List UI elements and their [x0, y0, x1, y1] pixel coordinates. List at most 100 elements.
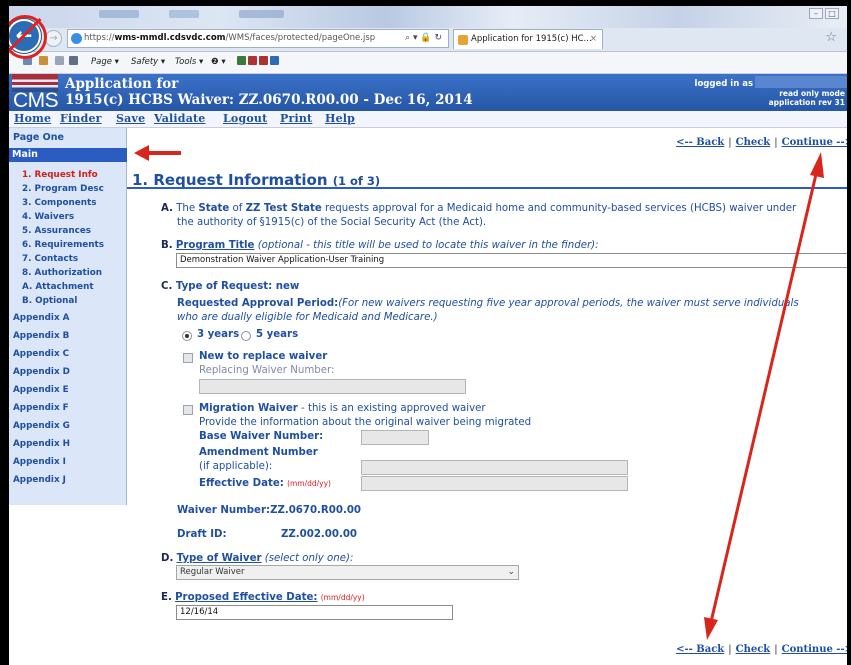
- sidebar-appendix-b[interactable]: Appendix B: [13, 331, 69, 341]
- sidebar-item-attachment[interactable]: A. Attachment: [22, 282, 94, 292]
- home-icon[interactable]: [23, 52, 34, 73]
- sidebar-item-contacts[interactable]: 7. Contacts: [22, 254, 78, 264]
- minimize-button[interactable]: –: [809, 8, 823, 19]
- menu-logout[interactable]: Logout: [223, 112, 267, 125]
- effective-date-format: (mm/dd/yy): [287, 479, 331, 488]
- item-a-of: of: [232, 203, 243, 214]
- address-bar[interactable]: https://wms-mmdl.cdsvdc.com/WMS/faces/pr…: [67, 29, 449, 48]
- sidebar-item-optional[interactable]: B. Optional: [22, 296, 77, 306]
- application-title-line2: 1915(c) HCBS Waiver: ZZ.0670.R00.00 - De…: [65, 92, 473, 108]
- program-title-label: Program Title: [175, 240, 255, 251]
- feeds-icon[interactable]: [39, 52, 50, 73]
- menu-finder[interactable]: Finder: [60, 112, 102, 125]
- sidebar-appendix-i[interactable]: Appendix I: [13, 457, 66, 467]
- sidebar-main[interactable]: Main: [9, 148, 127, 162]
- command-bar: Page ▾ Safety ▾ Tools ▾ ❷ ▾: [9, 52, 847, 74]
- radio-3-years[interactable]: [182, 331, 192, 341]
- effective-date-input[interactable]: [361, 476, 628, 491]
- chevron-down-icon: ⌄: [507, 567, 515, 577]
- toolbar-extra-icons[interactable]: [237, 52, 281, 73]
- tab-close-icon[interactable]: ×: [590, 30, 597, 49]
- nav-separator: |: [774, 644, 778, 655]
- forward-button[interactable]: →: [45, 30, 62, 47]
- item-c-letter: C.: [161, 281, 173, 292]
- sidebar-item-waivers[interactable]: 4. Waivers: [22, 212, 74, 222]
- type-of-waiver-select[interactable]: Regular Waiver ⌄: [176, 565, 519, 580]
- proposed-date-label: Proposed Effective Date:: [175, 592, 318, 603]
- logged-in-label: logged in as: [694, 79, 753, 89]
- continue-link[interactable]: Continue -->: [782, 644, 847, 655]
- window-frame: – □ → https://wms-mmdl.cdsvdc.com/WMS/fa…: [0, 0, 851, 665]
- back-link[interactable]: <-- Back: [676, 137, 724, 148]
- radio-5-years[interactable]: [241, 331, 251, 341]
- effective-date-text: Effective Date:: [199, 478, 284, 489]
- safety-menu[interactable]: Safety ▾: [131, 52, 165, 73]
- maximize-button[interactable]: □: [825, 8, 839, 19]
- sidebar-appendix-f[interactable]: Appendix F: [13, 403, 69, 413]
- item-c-label: C. Type of Request: new: [161, 281, 299, 292]
- read-only-mode: read only mode: [779, 89, 845, 98]
- new-replace-checkbox[interactable]: [183, 353, 193, 363]
- ie-icon: [71, 33, 82, 44]
- sidebar-item-program-desc[interactable]: 2. Program Desc: [22, 184, 104, 194]
- page-menu[interactable]: Page ▾: [91, 52, 119, 73]
- print-icon[interactable]: [69, 52, 80, 73]
- help-menu[interactable]: ❷ ▾: [211, 52, 226, 73]
- base-waiver-input[interactable]: [361, 430, 429, 445]
- continue-link[interactable]: Continue -->: [782, 137, 847, 148]
- logged-in-user: [755, 76, 847, 88]
- waiver-number: Waiver Number:ZZ.0670.R00.00: [177, 505, 361, 516]
- sidebar-appendix-e[interactable]: Appendix E: [13, 385, 69, 395]
- section-page-count: (1 of 3): [332, 174, 381, 188]
- migration-desc: - this is an existing approved waiver: [301, 403, 486, 414]
- address-bar-icons[interactable]: ⌕ ▾ 🔒 ↻: [405, 30, 442, 47]
- draft-id-value: ZZ.002.00.00: [281, 529, 358, 540]
- replacing-waiver-input[interactable]: [199, 379, 466, 394]
- favorites-star-icon[interactable]: ☆: [825, 30, 837, 45]
- menu-print[interactable]: Print: [280, 112, 312, 125]
- sidebar-item-requirements[interactable]: 6. Requirements: [22, 240, 104, 250]
- approval-period-label: Requested Approval Period:: [177, 298, 339, 309]
- tab-title: Application for 1915(c) HC...: [471, 34, 592, 44]
- sidebar-item-components[interactable]: 3. Components: [22, 198, 96, 208]
- browser-tab[interactable]: Application for 1915(c) HC... ×: [453, 29, 603, 49]
- sidebar-appendix-h[interactable]: Appendix H: [13, 439, 70, 449]
- menu-validate[interactable]: Validate: [154, 112, 206, 125]
- sidebar-appendix-g[interactable]: Appendix G: [13, 421, 70, 431]
- base-waiver-label: Base Waiver Number:: [199, 431, 324, 442]
- main-content: <-- Back | Check | Continue --> 1. Request I…: [127, 128, 847, 665]
- migration-title: Migration Waiver: [199, 403, 298, 414]
- check-link[interactable]: Check: [736, 137, 771, 148]
- item-a-line2: the authority of §1915(c) of the Social …: [177, 217, 487, 228]
- approval-period-line1: Requested Approval Period:(For new waive…: [177, 298, 799, 309]
- sidebar-item-assurances[interactable]: 5. Assurances: [22, 226, 91, 236]
- amendment-input[interactable]: [361, 460, 628, 475]
- sidebar-appendix-d[interactable]: Appendix D: [13, 367, 70, 377]
- sidebar-item-request-info[interactable]: 1. Request Info: [22, 170, 98, 180]
- program-title-input[interactable]: Demonstration Waiver Application-User Tr…: [176, 253, 847, 268]
- menu-save[interactable]: Save: [116, 112, 145, 125]
- application-title: Application for 1915(c) HCBS Waiver: ZZ.…: [65, 76, 473, 108]
- sidebar-appendix-a[interactable]: Appendix A: [13, 313, 70, 323]
- menu-help[interactable]: Help: [325, 112, 355, 125]
- url-host: wms-mmdl.cdsvdc.com: [114, 33, 226, 43]
- type-of-waiver-hint: (select only one):: [264, 553, 354, 564]
- type-of-waiver-value: Regular Waiver: [180, 567, 245, 577]
- check-link[interactable]: Check: [736, 644, 771, 655]
- sidebar-appendix-j[interactable]: Appendix J: [13, 475, 66, 485]
- sidebar-appendix-c[interactable]: Appendix C: [13, 349, 69, 359]
- sidebar-page-one[interactable]: Page One: [13, 132, 64, 143]
- item-e-letter: E.: [161, 592, 172, 603]
- type-of-waiver-label: Type of Waiver: [176, 553, 262, 564]
- back-link[interactable]: <-- Back: [676, 644, 724, 655]
- migration-checkbox[interactable]: [183, 405, 193, 415]
- menu-home[interactable]: Home: [14, 112, 51, 125]
- proposed-date-input[interactable]: 12/16/14: [176, 605, 453, 620]
- sidebar: Page One Main 1. Request Info 2. Program…: [9, 128, 127, 505]
- tools-menu[interactable]: Tools ▾: [175, 52, 203, 73]
- mail-icon[interactable]: [55, 52, 66, 73]
- back-button[interactable]: ←: [9, 19, 41, 53]
- sidebar-item-authorization[interactable]: 8. Authorization: [22, 268, 102, 278]
- address-bar-row: → https://wms-mmdl.cdsvdc.com/WMS/faces/…: [9, 28, 847, 52]
- item-a-state-name: ZZ Test State: [245, 203, 322, 214]
